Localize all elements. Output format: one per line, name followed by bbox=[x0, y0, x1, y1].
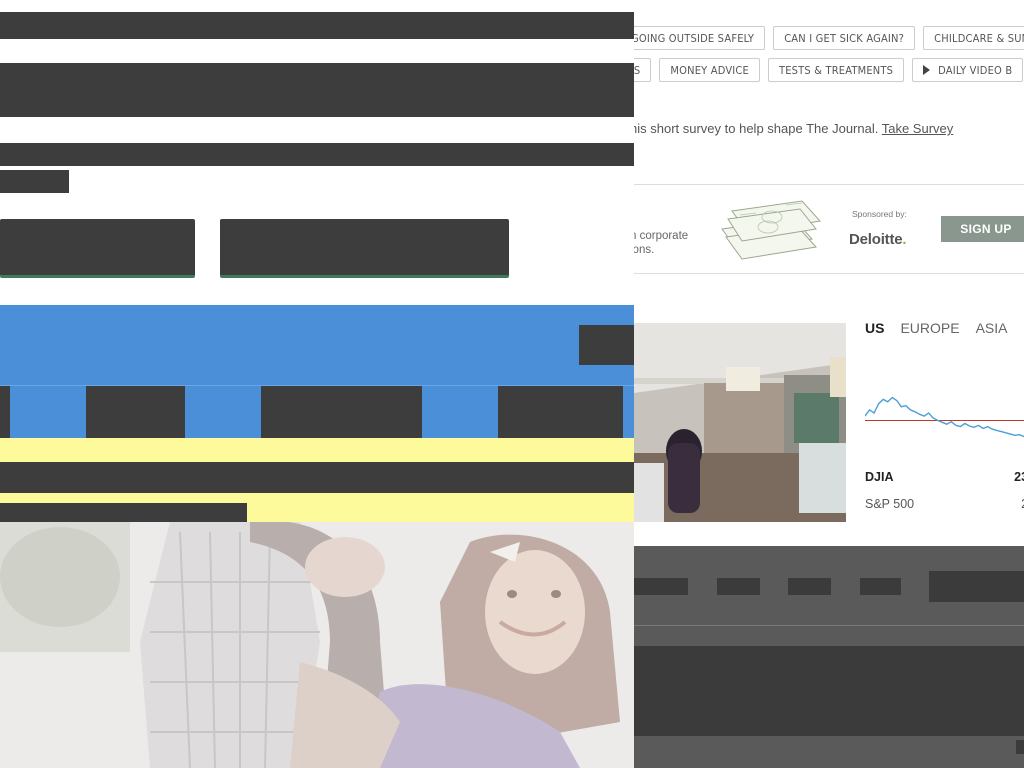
ad-text-line: ions. bbox=[630, 244, 655, 256]
placeholder-block bbox=[0, 386, 10, 438]
topic-chip-label: DAILY VIDEO B bbox=[938, 63, 1013, 77]
placeholder-block bbox=[0, 12, 634, 39]
sponsor-logo: Deloitte. bbox=[849, 231, 907, 248]
tab-asia[interactable]: ASIA bbox=[976, 320, 1008, 336]
placeholder-block bbox=[0, 170, 69, 193]
sign-up-button[interactable]: SIGN UP bbox=[941, 216, 1024, 242]
play-icon bbox=[923, 65, 931, 75]
placeholder-block bbox=[86, 386, 185, 438]
topic-chips-row-2: GS MONEY ADVICE TESTS & TREATMENTS DAILY… bbox=[622, 58, 1024, 83]
placeholder-button[interactable] bbox=[0, 219, 195, 278]
quote-name: DJIA bbox=[865, 470, 894, 484]
video-image bbox=[634, 323, 846, 522]
placeholder-block bbox=[634, 578, 688, 595]
market-line-chart bbox=[865, 396, 1024, 438]
topic-chip[interactable]: CAN I GET SICK AGAIN? bbox=[773, 26, 916, 50]
placeholder-block bbox=[0, 63, 634, 117]
blue-banner bbox=[0, 305, 634, 438]
topic-chip[interactable]: CHILDCARE & SUM bbox=[923, 26, 1024, 50]
quote-row[interactable]: S&P 500 28 bbox=[865, 497, 1024, 511]
topic-chip[interactable]: MONEY ADVICE bbox=[659, 58, 760, 82]
quote-value: 236 bbox=[1014, 470, 1024, 484]
topic-chips-row-1: GOING OUTSIDE SAFELY CAN I GET SICK AGAI… bbox=[620, 26, 1024, 51]
sponsor-dot: . bbox=[902, 231, 907, 248]
ad-text-line: n corporate bbox=[630, 230, 689, 242]
placeholder-block bbox=[717, 578, 760, 595]
placeholder-block bbox=[0, 462, 634, 493]
family-photo bbox=[0, 522, 634, 768]
quote-name: S&P 500 bbox=[865, 497, 915, 511]
placeholder-block bbox=[634, 646, 1024, 736]
placeholder-block bbox=[0, 503, 247, 522]
placeholder-block bbox=[498, 386, 623, 438]
markets-tabs: US EUROPE ASIA FX bbox=[865, 320, 1024, 336]
redacted-overlay-panel bbox=[0, 0, 634, 768]
topic-chip[interactable]: GOING OUTSIDE SAFELY bbox=[620, 26, 766, 50]
money-stack-icon bbox=[721, 200, 821, 260]
survey-prompt: his short survey to help shape The Journ… bbox=[630, 121, 953, 136]
placeholder-block bbox=[579, 325, 634, 365]
daily-video-chip[interactable]: DAILY VIDEO B bbox=[912, 58, 1024, 82]
yellow-banner bbox=[0, 438, 634, 522]
placeholder-block bbox=[929, 571, 1024, 602]
sponsor-name: Deloitte bbox=[849, 231, 903, 248]
tab-us[interactable]: US bbox=[865, 320, 884, 336]
placeholder-block bbox=[1016, 740, 1024, 754]
ad-text: n corporate ions. bbox=[630, 229, 710, 257]
sponsored-label: Sponsored by: bbox=[852, 209, 907, 219]
sponsored-ad[interactable]: n corporate ions. Sponsored by: Deloitte… bbox=[630, 184, 1024, 274]
placeholder-block bbox=[788, 578, 831, 595]
topic-chip[interactable]: TESTS & TREATMENTS bbox=[767, 58, 905, 82]
placeholder-button[interactable] bbox=[220, 219, 509, 278]
series-line bbox=[865, 396, 1024, 438]
divider bbox=[634, 625, 1024, 626]
placeholder-block bbox=[860, 578, 901, 595]
quote-row[interactable]: DJIA 236 bbox=[865, 470, 1024, 484]
family-photo-image bbox=[0, 522, 634, 768]
placeholder-block bbox=[261, 386, 422, 438]
tab-europe[interactable]: EUROPE bbox=[900, 320, 959, 336]
placeholder-block bbox=[0, 143, 634, 166]
take-survey-link[interactable]: Take Survey bbox=[882, 121, 954, 136]
video-thumbnail[interactable] bbox=[634, 323, 846, 522]
grey-content-band bbox=[634, 546, 1024, 768]
survey-text: his short survey to help shape The Journ… bbox=[630, 121, 882, 136]
